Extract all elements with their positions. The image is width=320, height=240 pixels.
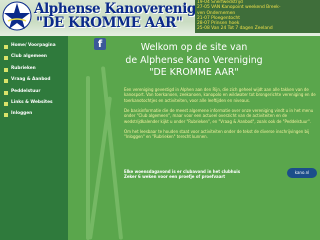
nav-item-label[interactable]: Inloggen — [11, 112, 32, 117]
nav-item-label[interactable]: Home/ Voorpagina — [11, 43, 56, 49]
nav-item-peddelstuur[interactable]: Peddelstuur — [4, 89, 68, 95]
club-subtitle: "DE KROMME AAR" — [36, 15, 183, 31]
nav-bullet-icon — [4, 101, 8, 106]
nav-item-home[interactable]: Home/ Voorpagina — [4, 43, 68, 49]
nav-item-label[interactable]: Rubrieken — [11, 66, 36, 72]
main-content: f Welkom op de site van de Alphense Kano… — [68, 36, 320, 240]
nav-bullet-icon — [4, 113, 8, 118]
nav-bullet-icon — [4, 56, 8, 61]
welcome-line: "DE KROMME AAR" — [149, 67, 239, 78]
clubavond-note: Elke woensdagavond is er clubavond in he… — [124, 169, 240, 180]
intro-paragraph: De basisinformatie die de meest algemene… — [124, 107, 314, 124]
nav-bullet-icon — [4, 79, 8, 84]
kayak-star-logo-icon[interactable] — [2, 1, 32, 31]
welcome-heading: Welkom op de site van de Alphense Kano V… — [68, 42, 320, 80]
intro-paragraph: Een vereniging gevestigd in Alphen aan d… — [124, 87, 316, 103]
nav-bullet-icon — [4, 90, 8, 95]
nav-item-vraag-aanbod[interactable]: Vraag & Aanbod — [4, 77, 68, 84]
reed-decoration — [86, 76, 90, 240]
kano-badge[interactable]: kano.nl — [287, 168, 317, 178]
nav-item-rubrieken[interactable]: Rubrieken — [4, 66, 68, 72]
intro-paragraph: Om het leesbaar te houden staat voor act… — [124, 128, 310, 140]
sidebar: Home/ Voorpagina Club algemeen Rubrieken… — [0, 36, 68, 240]
nav-item-links[interactable]: Links & Websites — [4, 100, 68, 106]
event-ticker: 19-04 Snerfwedstrijd 27-05 VAN Kanopoint… — [195, 0, 320, 33]
main-nav: Home/ Voorpagina Club algemeen Rubrieken… — [4, 43, 68, 124]
nav-item-label[interactable]: Vraag & Aanbod — [11, 77, 50, 83]
ticker-item[interactable]: 25-08 Van 24 Tot 7 dagen Zeeland — [195, 26, 320, 31]
page: Alphense Kanovereniging "DE KROMME AAR" … — [0, 0, 320, 240]
intro-text: Een vereniging gevestigd in Alphen aan d… — [124, 87, 318, 144]
welcome-line: de Alphense Kano Vereniging — [125, 54, 263, 66]
nav-item-label[interactable]: Links & Websites — [11, 100, 53, 106]
nav-item-label[interactable]: Club algemeen — [11, 55, 47, 60]
nav-item-label[interactable]: Peddelstuur — [11, 89, 40, 95]
nav-item-club-algemeen[interactable]: Club algemeen — [4, 55, 68, 61]
nav-item-inloggen[interactable]: Inloggen — [4, 112, 68, 118]
header: Alphense Kanovereniging "DE KROMME AAR" … — [0, 0, 320, 36]
nav-bullet-icon — [4, 67, 8, 72]
welcome-line: Welkom op de site van — [140, 42, 248, 53]
nav-bullet-icon — [4, 45, 8, 49]
note-line: Zeker 6 weken voor een proefje of proefv… — [124, 174, 226, 180]
reed-decoration — [100, 66, 124, 240]
